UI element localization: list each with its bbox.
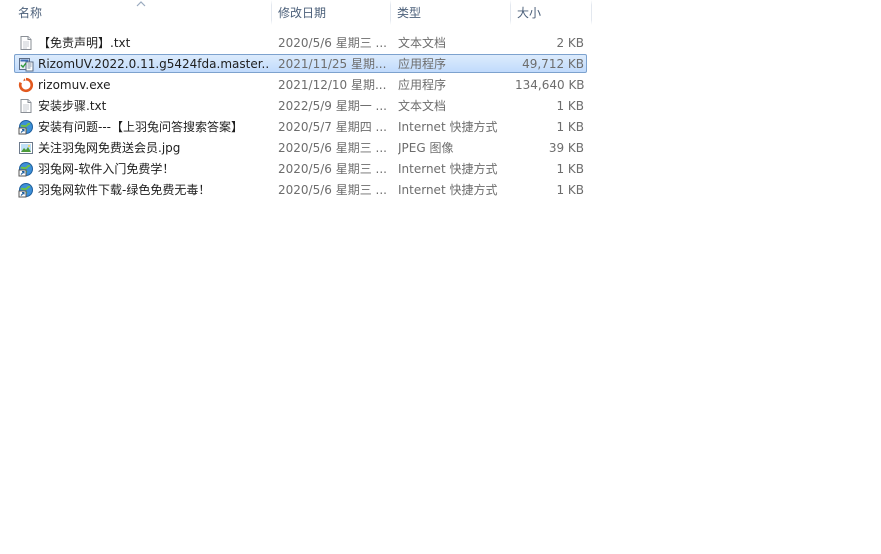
file-modified-date: 2020/5/6 星期三 ... <box>278 183 387 197</box>
file-size: 1 KB <box>556 162 584 176</box>
file-size: 1 KB <box>556 120 584 134</box>
file-size: 1 KB <box>556 99 584 113</box>
column-header-date[interactable]: 修改日期 <box>272 0 390 25</box>
file-modified-date: 2020/5/6 星期三 ... <box>278 162 387 176</box>
file-row[interactable]: 安装有问题---【上羽兔问答搜索答案】 2020/5/7 星期四 ... Inter… <box>14 117 587 136</box>
file-row[interactable]: 羽兔网-软件入门免费学！ 2020/5/6 星期三 ... Internet 快捷方… <box>14 159 587 178</box>
file-modified-date: 2021/11/25 星期... <box>278 57 387 71</box>
file-name: 羽兔网-软件入门免费学！ <box>38 162 175 176</box>
file-name: 安装步骤.txt <box>38 99 107 113</box>
file-name: 羽兔网软件下载-绿色免费无毒！ <box>38 183 211 197</box>
column-header-bar: 名称 修改日期 类型 大小 <box>0 0 592 25</box>
file-row[interactable]: 安装步骤.txt 2022/5/9 星期一 ... 文本文档 1 KB <box>14 96 587 115</box>
file-name: 安装有问题---【上羽兔问答搜索答案】 <box>38 120 243 134</box>
file-modified-date: 2022/5/9 星期一 ... <box>278 99 387 113</box>
file-row[interactable]: 关注羽兔网免费送会员.jpg 2020/5/6 星期三 ... JPEG 图像 39 … <box>14 138 587 157</box>
file-type: Internet 快捷方式 <box>398 183 498 197</box>
sort-ascending-icon <box>136 1 146 7</box>
file-modified-date: 2020/5/6 星期三 ... <box>278 141 387 155</box>
text-file-icon <box>18 98 34 114</box>
internet-shortcut-icon <box>18 119 34 135</box>
internet-shortcut-icon <box>18 182 34 198</box>
file-type: Internet 快捷方式 <box>398 162 498 176</box>
file-name: 【免责声明】.txt <box>38 36 131 50</box>
text-file-icon <box>18 35 34 51</box>
file-modified-date: 2020/5/7 星期四 ... <box>278 120 387 134</box>
image-file-icon <box>18 140 34 156</box>
file-modified-date: 2020/5/6 星期三 ... <box>278 36 387 50</box>
column-divider[interactable] <box>591 0 592 25</box>
installer-icon <box>18 56 34 72</box>
file-explorer: 名称 修改日期 类型 大小 【免责声明】.txt 2020/5/6 星期三 ...… <box>0 0 881 554</box>
file-row[interactable]: 【免责声明】.txt 2020/5/6 星期三 ... 文本文档 2 KB <box>14 33 587 52</box>
file-type: 文本文档 <box>398 99 447 113</box>
file-type: Internet 快捷方式 <box>398 120 498 134</box>
file-size: 39 KB <box>548 141 584 155</box>
file-type: 文本文档 <box>398 36 447 50</box>
file-size: 2 KB <box>556 36 584 50</box>
column-header-size[interactable]: 大小 <box>511 0 591 25</box>
file-row[interactable]: RizomUV.2022.0.11.g5424fda.master.... 202… <box>14 54 587 73</box>
file-name: 关注羽兔网免费送会员.jpg <box>38 141 181 155</box>
file-type: 应用程序 <box>398 78 447 92</box>
file-modified-date: 2021/12/10 星期... <box>278 78 387 92</box>
column-header-type[interactable]: 类型 <box>391 0 510 25</box>
file-row[interactable]: 羽兔网软件下载-绿色免费无毒！ 2020/5/6 星期三 ... Internet … <box>14 180 587 199</box>
file-row[interactable]: rizomuv.exe 2021/12/10 星期... 应用程序 134,640 K… <box>14 75 587 94</box>
file-name: RizomUV.2022.0.11.g5424fda.master.... <box>38 57 268 71</box>
file-size: 1 KB <box>556 183 584 197</box>
file-type: JPEG 图像 <box>398 141 454 155</box>
rizomuv-app-icon <box>18 77 34 93</box>
file-type: 应用程序 <box>398 57 447 71</box>
internet-shortcut-icon <box>18 161 34 177</box>
file-size: 49,712 KB <box>522 57 584 71</box>
file-size: 134,640 KB <box>515 78 584 92</box>
file-name: rizomuv.exe <box>38 78 111 92</box>
